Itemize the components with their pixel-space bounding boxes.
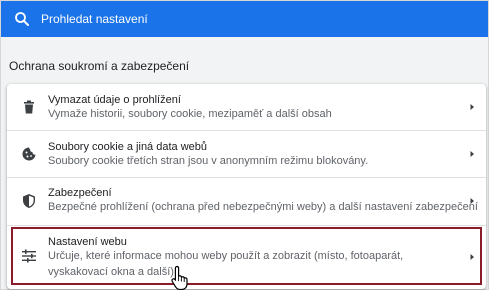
- hand-cursor-icon: [171, 265, 188, 290]
- row-title: Vymazat údaje o prohlížení: [48, 94, 181, 106]
- privacy-settings-card: Vymazat údaje o prohlížení Vymaže histor…: [7, 84, 486, 289]
- row-title: Soubory cookie a jiná data webů: [48, 141, 207, 153]
- row-subtitle: Určuje, které informace mohou weby použí…: [48, 250, 404, 278]
- row-subtitle: Bezpečné prohlížení (ochrana před nebezp…: [48, 201, 478, 213]
- row-security[interactable]: Zabezpečení Bezpečné prohlížení (ochrana…: [7, 178, 486, 225]
- chevron-right-icon: [470, 151, 474, 157]
- shield-icon: [23, 194, 35, 208]
- chevron-right-icon: [470, 198, 474, 204]
- search-icon: [15, 12, 29, 26]
- row-clear-browsing-data[interactable]: Vymazat údaje o prohlížení Vymaže histor…: [7, 84, 486, 130]
- settings-window: Prohledat nastavení Ochrana soukromí a z…: [0, 0, 489, 290]
- row-cookies[interactable]: Soubory cookie a jiná data webů Soubory …: [7, 131, 486, 177]
- trash-icon: [24, 100, 34, 114]
- tune-icon: [22, 249, 36, 263]
- chevron-right-icon: [470, 254, 474, 260]
- row-title: Nastavení webu: [48, 236, 127, 248]
- chevron-right-icon: [470, 104, 474, 110]
- section-title: Ochrana soukromí a zabezpečení: [9, 59, 190, 73]
- row-subtitle: Vymaže historii, soubory cookie, mezipam…: [48, 108, 332, 120]
- search-bar[interactable]: Prohledat nastavení: [1, 1, 488, 37]
- row-site-settings[interactable]: Nastavení webu Určuje, které informace m…: [7, 226, 486, 288]
- search-input[interactable]: Prohledat nastavení: [41, 1, 148, 37]
- row-title: Zabezpečení: [48, 187, 112, 199]
- row-subtitle: Soubory cookie třetích stran jsou v anon…: [48, 155, 369, 167]
- cookie-icon: [22, 147, 36, 161]
